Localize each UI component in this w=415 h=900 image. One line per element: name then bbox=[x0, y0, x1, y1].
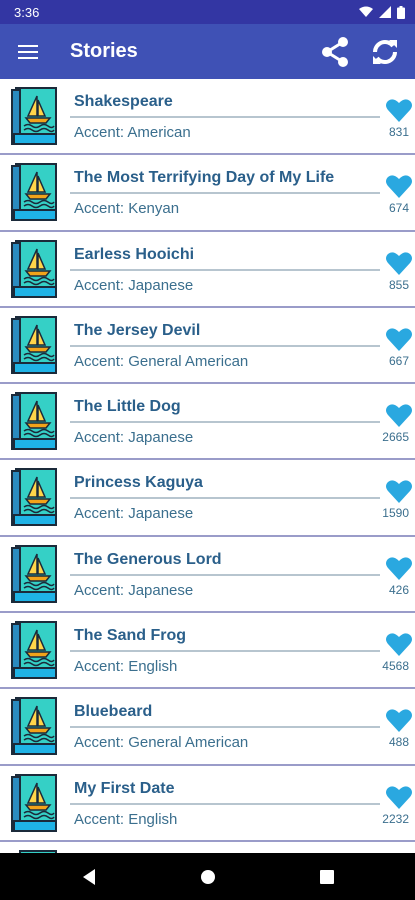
story-row[interactable]: Princess Kaguya Accent: Japanese 1590 bbox=[0, 460, 415, 537]
story-accent: Accent: General American bbox=[74, 352, 249, 370]
book-sailboat-icon bbox=[11, 239, 57, 298]
hamburger-icon bbox=[18, 44, 38, 59]
story-row[interactable]: The Most Terrifying Day of My Life Accen… bbox=[0, 155, 415, 232]
like-count: 2232 bbox=[382, 811, 409, 826]
book-sailboat-icon bbox=[11, 87, 57, 145]
heart-icon[interactable] bbox=[385, 173, 413, 199]
menu-button[interactable] bbox=[0, 24, 56, 79]
book-sailboat-icon bbox=[11, 773, 57, 832]
book-sailboat-icon bbox=[11, 392, 57, 451]
book-sailboat-icon bbox=[11, 621, 57, 680]
story-accent: Accent: English bbox=[74, 658, 178, 676]
like-count: 855 bbox=[388, 277, 409, 292]
home-button[interactable] bbox=[196, 865, 220, 889]
share-button[interactable] bbox=[319, 34, 351, 70]
row-divider bbox=[70, 573, 380, 576]
heart-icon[interactable] bbox=[385, 478, 413, 504]
back-icon bbox=[82, 868, 95, 885]
story-title: The Most Terrifying Day of My Life bbox=[74, 169, 335, 187]
book-sailboat-icon bbox=[11, 315, 57, 374]
heart-icon[interactable] bbox=[385, 326, 413, 352]
book-sailboat-icon bbox=[11, 163, 57, 222]
row-divider bbox=[70, 192, 380, 195]
like-count: 426 bbox=[388, 582, 409, 597]
like-count: 2665 bbox=[382, 430, 409, 445]
story-row[interactable]: The Generous Lord Accent: Japanese 426 bbox=[0, 537, 415, 614]
like-count: 488 bbox=[388, 735, 409, 750]
signal-icon bbox=[379, 6, 391, 18]
story-row[interactable]: Earless Hooichi Accent: Japanese 855 bbox=[0, 232, 415, 308]
status-time: 3:36 bbox=[14, 4, 40, 20]
row-divider bbox=[70, 268, 380, 271]
heart-icon[interactable] bbox=[385, 555, 413, 581]
story-accent: Accent: Japanese bbox=[74, 505, 194, 523]
story-list[interactable]: Shakespeare Accent: American 831 The Mos… bbox=[0, 79, 415, 853]
book-sailboat-icon bbox=[11, 468, 57, 527]
heart-icon[interactable] bbox=[385, 250, 413, 276]
like-count: 674 bbox=[388, 201, 409, 216]
story-accent: Accent: Japanese bbox=[74, 276, 194, 294]
story-title: The Jersey Devil bbox=[74, 321, 201, 339]
row-divider bbox=[70, 116, 380, 118]
battery-icon bbox=[397, 5, 405, 19]
story-row[interactable]: My First Date Accent: English 2232 bbox=[0, 766, 415, 842]
like-count: 667 bbox=[388, 353, 409, 368]
row-divider bbox=[70, 802, 380, 805]
story-accent: Accent: General American bbox=[74, 734, 249, 752]
story-title: The Sand Frog bbox=[74, 627, 186, 645]
story-accent: Accent: Japanese bbox=[74, 581, 194, 599]
book-sailboat-icon bbox=[11, 697, 57, 756]
story-title: Princess Kaguya bbox=[74, 474, 203, 492]
home-icon bbox=[200, 869, 215, 884]
share-icon bbox=[322, 36, 348, 67]
story-title: My First Date bbox=[74, 779, 175, 797]
story-accent: Accent: Japanese bbox=[74, 429, 194, 447]
like-count: 831 bbox=[388, 125, 409, 139]
story-accent: Accent: English bbox=[74, 810, 178, 828]
story-title: Earless Hooichi bbox=[74, 245, 195, 263]
story-row[interactable]: The Jersey Devil Accent: General America… bbox=[0, 308, 415, 385]
row-divider bbox=[70, 650, 380, 653]
story-title: The Generous Lord bbox=[74, 550, 222, 568]
back-button[interactable] bbox=[77, 865, 101, 889]
refresh-button[interactable] bbox=[369, 34, 401, 70]
wifi-icon bbox=[359, 6, 373, 17]
like-count: 4568 bbox=[382, 659, 409, 674]
story-row-partial[interactable] bbox=[0, 842, 415, 853]
heart-icon[interactable] bbox=[385, 631, 413, 657]
heart-icon[interactable] bbox=[385, 784, 413, 810]
story-row[interactable]: The Little Dog Accent: Japanese 2665 bbox=[0, 384, 415, 461]
row-divider bbox=[70, 726, 380, 729]
story-row[interactable]: The Sand Frog Accent: English 4568 bbox=[0, 613, 415, 690]
app-bar: Stories bbox=[0, 24, 415, 79]
heart-icon[interactable] bbox=[385, 97, 413, 123]
refresh-icon bbox=[373, 39, 397, 64]
story-accent: Accent: American bbox=[74, 124, 191, 141]
row-divider bbox=[70, 344, 380, 347]
status-icons bbox=[359, 5, 405, 19]
heart-icon[interactable] bbox=[385, 402, 413, 428]
row-divider bbox=[70, 421, 380, 424]
system-nav-bar bbox=[0, 853, 415, 900]
status-bar: 3:36 bbox=[0, 0, 415, 24]
row-divider bbox=[70, 497, 380, 500]
story-title: Bluebeard bbox=[74, 703, 153, 721]
page-title: Stories bbox=[70, 40, 138, 62]
story-title: Shakespeare bbox=[74, 93, 173, 110]
like-count: 1590 bbox=[382, 506, 409, 521]
story-row[interactable]: Bluebeard Accent: General American 488 bbox=[0, 689, 415, 766]
recents-icon bbox=[319, 869, 334, 884]
book-sailboat-icon bbox=[11, 544, 57, 603]
story-row[interactable]: Shakespeare Accent: American 831 bbox=[0, 79, 415, 156]
story-title: The Little Dog bbox=[74, 398, 181, 416]
story-accent: Accent: Kenyan bbox=[74, 200, 180, 218]
heart-icon[interactable] bbox=[385, 707, 413, 733]
recents-button[interactable] bbox=[315, 865, 339, 889]
